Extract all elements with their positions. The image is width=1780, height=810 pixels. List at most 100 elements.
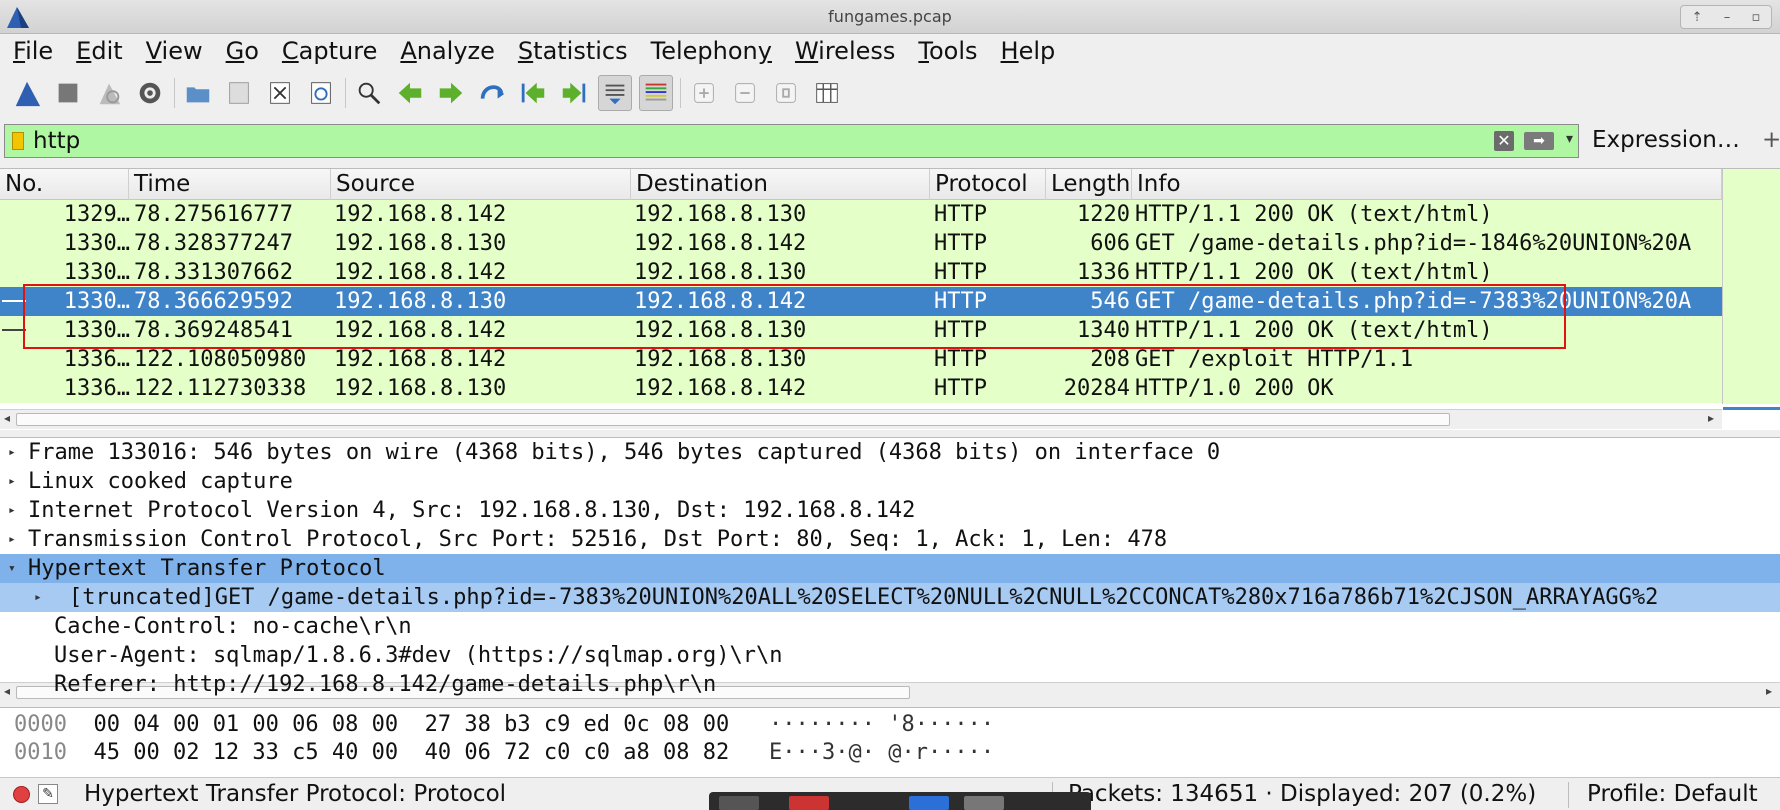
cell-info: GET /exploit HTTP/1.1	[1135, 347, 1414, 372]
display-filter-input[interactable]: http ✕ ➡ ▾	[4, 124, 1579, 158]
autoscroll-icon[interactable]	[598, 75, 632, 111]
packet-row[interactable]: 1336… 122.112730338 192.168.8.130 192.168.8…	[0, 374, 1722, 403]
bookmark-icon[interactable]	[12, 132, 24, 150]
menu-edit[interactable]: Edit	[76, 37, 122, 65]
filter-value[interactable]: http	[33, 128, 80, 154]
packet-row[interactable]: 1336… 122.108050980 192.168.8.142 192.168.8…	[0, 345, 1722, 374]
detail-tree-item[interactable]: ▸ Frame 133016: 546 bytes on wire (4368 b…	[0, 438, 1780, 467]
detail-tree-item[interactable]: ▾ Hypertext Transfer Protocol	[0, 554, 1780, 583]
menu-file[interactable]: File	[13, 37, 53, 65]
menu-view[interactable]: View	[146, 37, 203, 65]
scroll-left-arrow-icon[interactable]: ◂	[4, 411, 10, 425]
options-gear-icon[interactable]	[133, 75, 167, 111]
menu-tools[interactable]: Tools	[918, 37, 977, 65]
expression-button[interactable]: Expression…	[1592, 127, 1740, 153]
apply-filter-arrow-icon[interactable]: ➡	[1524, 132, 1554, 150]
zoom-out-icon[interactable]	[728, 75, 762, 111]
normal-size-icon[interactable]	[769, 75, 803, 111]
minimize-icon[interactable]: –	[1724, 10, 1731, 25]
reload-icon[interactable]	[304, 75, 338, 111]
maximize-up-icon[interactable]: ⇡	[1692, 10, 1703, 25]
resize-columns-icon[interactable]	[810, 75, 844, 111]
packet-list-hscrollbar[interactable]: ◂ ▸	[0, 409, 1722, 429]
column-header-source[interactable]: Source	[331, 169, 631, 200]
first-packet-icon[interactable]	[516, 75, 550, 111]
find-icon[interactable]	[352, 75, 386, 111]
packet-row[interactable]: 1330… 78.331307662 192.168.8.142 192.168.8.…	[0, 258, 1722, 287]
collapsed-triangle-icon[interactable]: ▸	[8, 467, 16, 496]
cell-proto: HTTP	[934, 231, 987, 256]
cell-no: 1330…	[63, 231, 130, 256]
column-header-length[interactable]: Length	[1046, 169, 1132, 200]
hex-dump-line[interactable]: 0000 00 04 00 01 00 06 08 00 27 38 b3 c9…	[14, 711, 994, 739]
taskbar-item[interactable]	[964, 796, 1004, 810]
back-arrow-icon[interactable]	[393, 75, 427, 111]
add-filter-button[interactable]: +	[1762, 127, 1780, 153]
close-file-icon[interactable]	[263, 75, 297, 111]
cell-src: 192.168.8.130	[334, 289, 507, 314]
menu-capture[interactable]: Capture	[282, 37, 377, 65]
forward-arrow-icon[interactable]	[434, 75, 468, 111]
window-controls: ⇡ – ▫	[1680, 5, 1772, 29]
expanded-triangle-icon[interactable]: ▾	[8, 554, 16, 583]
menu-statistics[interactable]: Statistics	[518, 37, 628, 65]
cell-dst: 192.168.8.130	[634, 347, 807, 372]
scroll-right-arrow-icon[interactable]: ▸	[1708, 411, 1714, 425]
detail-tree-item[interactable]: ▸ Transmission Control Protocol, Src Port…	[0, 525, 1780, 554]
last-packet-icon[interactable]	[557, 75, 591, 111]
menu-help[interactable]: Help	[1001, 37, 1056, 65]
detail-tree-item[interactable]: ▸ Internet Protocol Version 4, Src: 192.1…	[0, 496, 1780, 525]
colorize-icon[interactable]	[639, 75, 673, 111]
scroll-thumb[interactable]	[16, 413, 1450, 426]
zoom-in-icon[interactable]	[687, 75, 721, 111]
menu-analyze[interactable]: Analyze	[400, 37, 495, 65]
column-header-protocol[interactable]: Protocol	[930, 169, 1046, 200]
packet-row[interactable]: 1330… 78.369248541 192.168.8.142 192.168.8.…	[0, 316, 1722, 345]
column-header-time[interactable]: Time	[129, 169, 331, 200]
goto-packet-icon[interactable]	[475, 75, 509, 111]
detail-tree-item[interactable]: ▸ Linux cooked capture	[0, 467, 1780, 496]
cell-no: 1329…	[63, 202, 130, 227]
detail-tree-item[interactable]: Cache-Control: no-cache\r\n	[0, 612, 1780, 641]
cell-info: HTTP/1.1 200 OK (text/html)	[1135, 318, 1493, 343]
restart-icon[interactable]	[92, 75, 126, 111]
detail-tree-item[interactable]: User-Agent: sqlmap/1.8.6.3#dev (https://…	[0, 641, 1780, 670]
cell-len: 208	[1090, 347, 1130, 372]
cell-len: 546	[1090, 289, 1130, 314]
collapsed-triangle-icon[interactable]: ▸	[8, 496, 16, 525]
save-icon[interactable]	[222, 75, 256, 111]
taskbar-item[interactable]	[789, 796, 829, 810]
expert-info-led-icon[interactable]	[13, 786, 30, 803]
taskbar-item[interactable]	[909, 796, 949, 810]
taskbar-item[interactable]	[719, 796, 759, 810]
clear-filter-icon[interactable]: ✕	[1494, 131, 1514, 151]
packet-minimap[interactable]	[1722, 169, 1780, 410]
restore-icon[interactable]: ▫	[1752, 10, 1761, 25]
detail-tree-item[interactable]: Referer: http://192.168.8.142/game-detai…	[0, 670, 1780, 699]
stop-icon[interactable]	[51, 75, 85, 111]
capture-comment-icon[interactable]: ✎	[38, 784, 58, 804]
detail-text: [truncated]GET /game-details.php?id=-738…	[69, 585, 1659, 610]
filter-history-dropdown-icon[interactable]: ▾	[1566, 131, 1573, 147]
menu-wireless[interactable]: Wireless	[795, 37, 895, 65]
title-bar: fungames.pcap ⇡ – ▫	[0, 0, 1780, 34]
column-header-info[interactable]: Info	[1132, 169, 1722, 200]
cell-src: 192.168.8.130	[334, 231, 507, 256]
column-header-no[interactable]: No.	[0, 169, 129, 200]
profile-indicator[interactable]: Profile: Default	[1587, 781, 1758, 807]
related-packet-marker-icon	[2, 300, 26, 302]
collapsed-triangle-icon[interactable]: ▸	[8, 438, 16, 467]
menu-telephony[interactable]: Telephony	[651, 37, 772, 65]
open-folder-icon[interactable]	[181, 75, 215, 111]
detail-tree-item[interactable]: ▸ [truncated]GET /game-details.php?id=-73…	[0, 583, 1780, 612]
collapsed-triangle-icon[interactable]: ▸	[34, 583, 42, 612]
shark-fin-icon[interactable]	[10, 75, 44, 111]
collapsed-triangle-icon[interactable]: ▸	[8, 525, 16, 554]
packet-row[interactable]: 1330… 78.366629592 192.168.8.130 192.168.8.…	[0, 287, 1722, 316]
menu-go[interactable]: Go	[226, 37, 259, 65]
window-title: fungames.pcap	[828, 7, 952, 26]
packet-row[interactable]: 1330… 78.328377247 192.168.8.130 192.168.8.…	[0, 229, 1722, 258]
packet-row[interactable]: 1329… 78.275616777 192.168.8.142 192.168.8.…	[0, 200, 1722, 229]
hex-dump-line[interactable]: 0010 45 00 02 12 33 c5 40 00 40 06 72 c0…	[14, 739, 994, 767]
column-header-destination[interactable]: Destination	[631, 169, 930, 200]
